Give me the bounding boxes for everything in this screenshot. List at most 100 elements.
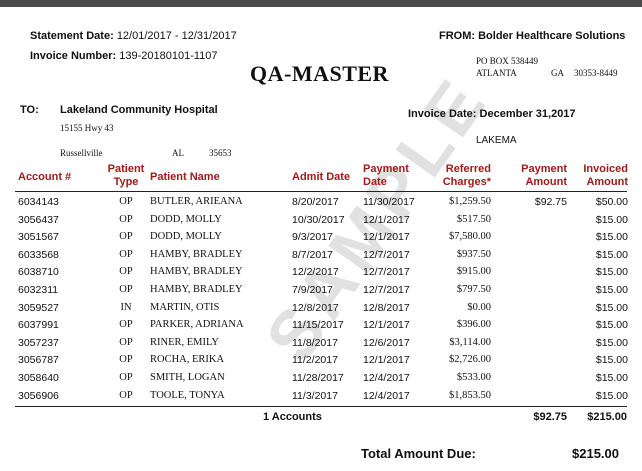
cell-patient-name: DODD, MOLLY bbox=[150, 213, 222, 225]
cell-invoiced-amount: $15.00 bbox=[595, 231, 628, 244]
col-header-payment-amount: Payment Amount bbox=[505, 163, 567, 189]
cell-admit-date: 12/2/2017 bbox=[292, 266, 339, 279]
cell-patient-type: OP bbox=[119, 213, 133, 225]
accounts-count: 1 Accounts bbox=[263, 411, 322, 423]
col-header-patient-type-line2: Type bbox=[113, 176, 139, 188]
cell-payment-date: 12/6/2017 bbox=[363, 336, 410, 349]
to-name: Lakeland Community Hospital bbox=[60, 104, 218, 116]
cell-payment-date: 12/1/2017 bbox=[363, 354, 410, 367]
table-row: 3057237 OP RINER, EMILY 11/8/2017 12/6/2017 $… bbox=[0, 337, 642, 354]
col-header-patient-name: Patient Name bbox=[150, 171, 220, 183]
cell-patient-type: OP bbox=[119, 354, 133, 366]
cell-payment-date: 12/4/2017 bbox=[363, 372, 410, 384]
to-label: TO: bbox=[20, 104, 39, 116]
cell-patient-type: IN bbox=[120, 301, 132, 313]
cell-invoiced-amount: $15.00 bbox=[595, 336, 628, 349]
invoice-number: Invoice Number: 139-20180101-1107 bbox=[30, 50, 218, 62]
cell-payment-date: 12/7/2017 bbox=[363, 248, 410, 261]
cell-patient-name: HAMBY, BRADLEY bbox=[150, 248, 243, 260]
cell-admit-date: 10/30/2017 bbox=[292, 213, 345, 226]
total-due-value: $215.00 bbox=[572, 446, 619, 461]
from-zip: 30353-8449 bbox=[574, 68, 618, 78]
cell-referred-charges: $533.00 bbox=[456, 372, 491, 383]
cell-account: 6034143 bbox=[18, 196, 59, 208]
table-row: 3059527 IN MARTIN, OTIS 12/8/2017 12/8/2017 $… bbox=[0, 302, 642, 319]
cell-admit-date: 11/28/2017 bbox=[292, 372, 344, 384]
statement-date-value: 12/01/2017 - 12/31/2017 bbox=[116, 30, 237, 42]
cell-admit-date: 11/15/2017 bbox=[292, 319, 344, 332]
from-line: FROM: Bolder Healthcare Solutions bbox=[439, 30, 625, 42]
cell-admit-date: 7/9/2017 bbox=[292, 284, 333, 296]
invoiced-total: $215.00 bbox=[587, 411, 627, 423]
cell-invoiced-amount: $50.00 bbox=[595, 196, 628, 208]
cell-patient-type: OP bbox=[119, 196, 133, 207]
col-header-payment-date-line1: Payment bbox=[363, 163, 409, 175]
cell-referred-charges: $1,853.50 bbox=[449, 389, 491, 401]
col-header-referred-charges: Referred Charges* bbox=[420, 163, 491, 189]
cell-account: 3051567 bbox=[18, 231, 59, 244]
col-header-payment-amount-line1: Payment bbox=[521, 163, 567, 175]
cell-referred-charges: $0.00 bbox=[467, 301, 491, 313]
col-header-referred-line2: Charges* bbox=[442, 176, 491, 188]
cell-admit-date: 9/3/2017 bbox=[292, 231, 333, 244]
cell-payment-amount: $92.75 bbox=[534, 196, 567, 208]
cell-referred-charges: $517.50 bbox=[456, 213, 491, 225]
totals-rule bbox=[15, 406, 627, 407]
col-header-payment-date-line2: Date bbox=[363, 176, 387, 188]
from-state: GA bbox=[551, 68, 564, 78]
cell-patient-type: OP bbox=[119, 336, 133, 348]
cell-invoiced-amount: $15.00 bbox=[595, 389, 628, 402]
cell-payment-date: 12/7/2017 bbox=[363, 266, 410, 279]
cell-patient-name: BUTLER, ARIEANA bbox=[150, 196, 243, 207]
table-row: 6034143 OP BUTLER, ARIEANA 8/20/2017 11/30/2… bbox=[0, 196, 642, 213]
cell-invoiced-amount: $15.00 bbox=[595, 284, 628, 296]
cell-account: 3056437 bbox=[18, 213, 59, 226]
to-state: AL bbox=[172, 148, 184, 158]
to-street: 15155 Hwy 43 bbox=[60, 123, 114, 133]
cell-account: 3058640 bbox=[18, 372, 59, 384]
table-row: 3058640 OP SMITH, LOGAN 11/28/2017 12/4/2017… bbox=[0, 372, 642, 389]
cell-admit-date: 11/8/2017 bbox=[292, 336, 338, 349]
table-row: 6037991 OP PARKER, ADRIANA 11/15/2017 12/1/2… bbox=[0, 319, 642, 336]
cell-referred-charges: $1,259.50 bbox=[449, 196, 491, 207]
cell-patient-type: OP bbox=[119, 389, 133, 401]
cell-referred-charges: $3,114.00 bbox=[449, 336, 491, 348]
cell-admit-date: 8/7/2017 bbox=[292, 248, 333, 261]
col-header-admit-date: Admit Date bbox=[292, 171, 351, 183]
cell-account: 6037991 bbox=[18, 319, 59, 332]
cell-invoiced-amount: $15.00 bbox=[595, 213, 628, 226]
cell-patient-type: OP bbox=[119, 266, 133, 278]
statement-date-label: Statement Date: bbox=[30, 30, 114, 42]
cell-payment-date: 12/4/2017 bbox=[363, 389, 410, 402]
cell-patient-type: OP bbox=[119, 372, 133, 383]
cell-payment-date: 12/1/2017 bbox=[363, 231, 410, 244]
col-header-invoiced-line2: Amount bbox=[586, 176, 628, 188]
cell-patient-name: SMITH, LOGAN bbox=[150, 372, 225, 383]
cell-referred-charges: $2,726.00 bbox=[449, 354, 491, 366]
cell-payment-date: 12/7/2017 bbox=[363, 284, 410, 296]
cell-admit-date: 8/20/2017 bbox=[292, 196, 339, 208]
cell-referred-charges: $797.50 bbox=[456, 284, 491, 295]
cell-payment-date: 11/30/2017 bbox=[363, 196, 415, 208]
table-row: 3056437 OP DODD, MOLLY 10/30/2017 12/1/2017 $… bbox=[0, 214, 642, 231]
cell-patient-type: OP bbox=[119, 231, 133, 243]
cell-patient-name: RINER, EMILY bbox=[150, 336, 219, 348]
col-header-patient-type: Patient Type bbox=[103, 163, 149, 189]
col-header-payment-date: Payment Date bbox=[363, 163, 409, 189]
cell-referred-charges: $937.50 bbox=[456, 248, 491, 260]
cell-payment-date: 12/1/2017 bbox=[363, 213, 410, 226]
total-due-label: Total Amount Due: bbox=[361, 446, 476, 461]
cell-patient-name: MARTIN, OTIS bbox=[150, 301, 220, 313]
cell-admit-date: 12/8/2017 bbox=[292, 301, 339, 314]
table-row: 3056787 OP ROCHA, ERIKA 11/2/2017 12/1/2017 $… bbox=[0, 354, 642, 371]
cell-payment-date: 12/8/2017 bbox=[363, 301, 410, 314]
cell-account: 3059527 bbox=[18, 301, 59, 314]
company-logo: QA-MASTER bbox=[250, 61, 389, 86]
from-city: ATLANTA bbox=[476, 68, 517, 78]
col-header-payment-amount-line2: Amount bbox=[525, 176, 567, 188]
to-zip: 35653 bbox=[209, 148, 232, 158]
cell-referred-charges: $915.00 bbox=[456, 266, 491, 278]
col-header-account: Account # bbox=[18, 171, 72, 183]
header-rule bbox=[15, 191, 627, 192]
cell-invoiced-amount: $15.00 bbox=[595, 301, 628, 314]
